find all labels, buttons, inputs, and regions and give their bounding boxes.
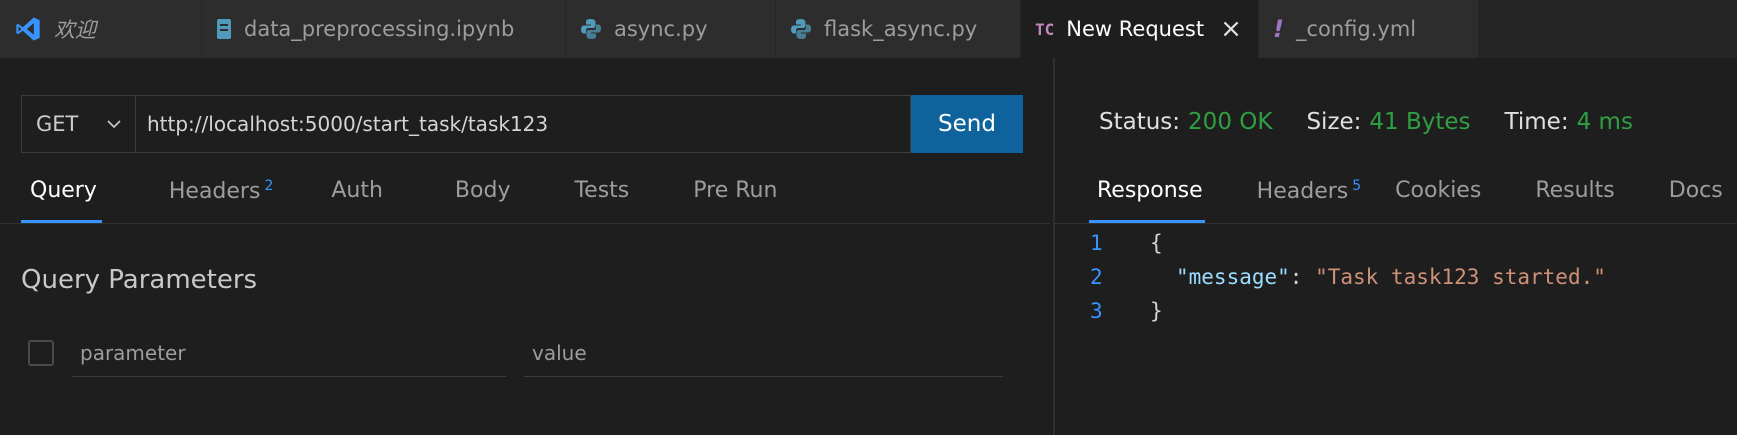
request-tabs-divider [0, 223, 1050, 224]
tab-label: Auth [331, 178, 383, 203]
vscode-logo-icon [14, 15, 42, 43]
tab-headers[interactable]: Headers 2 [160, 178, 283, 204]
tab-auth[interactable]: Auth [322, 178, 392, 204]
notebook-icon [216, 18, 232, 40]
python-icon [580, 18, 602, 40]
line-number: 2 [1090, 265, 1103, 289]
close-icon[interactable]: × [1220, 16, 1242, 42]
tab-cookies[interactable]: Cookies [1387, 178, 1489, 204]
tab-response-headers[interactable]: Headers 5 [1249, 178, 1370, 204]
tab-label: Docs [1668, 178, 1723, 203]
parameter-enable-checkbox[interactable] [28, 340, 54, 366]
tab-label: Tests [574, 178, 630, 203]
python-icon [790, 18, 812, 40]
tab-label: Cookies [1395, 178, 1482, 203]
tab-label: flask_async.py [824, 17, 978, 41]
request-tabs: Query Headers 2 Auth Body Tests Pre Run [21, 178, 840, 204]
thunder-client-icon: TC [1035, 19, 1055, 39]
line-number: 1 [1090, 231, 1103, 255]
active-tab-indicator [1089, 220, 1205, 223]
tab-label: Headers [168, 179, 261, 204]
tab-flask-async-py[interactable]: flask_async.py [776, 0, 1021, 58]
query-parameters-title: Query Parameters [21, 265, 258, 295]
tab-tests[interactable]: Tests [565, 178, 638, 204]
method-select[interactable]: GET [21, 95, 135, 153]
parameter-name-input[interactable]: parameter [72, 330, 506, 377]
tab-pre-run[interactable]: Pre Run [684, 178, 786, 204]
status-value: 200 OK [1188, 109, 1273, 135]
tab-data-preprocessing[interactable]: data_preprocessing.ipynb [202, 0, 566, 58]
json-brace: } [1150, 299, 1163, 323]
size-value: 41 Bytes [1369, 109, 1471, 135]
tab-docs[interactable]: Docs [1661, 178, 1731, 204]
parameter-value-input[interactable]: value [524, 330, 958, 377]
tab-label: _config.yml [1295, 17, 1417, 41]
tab-label: async.py [614, 17, 708, 41]
tab-label: Query [30, 178, 97, 203]
tab-response[interactable]: Response [1089, 178, 1211, 204]
tab-label: Headers [1256, 179, 1349, 204]
response-tabs: Response Headers 5 Cookies Results Docs [1089, 178, 1731, 204]
chevron-down-icon [105, 114, 123, 138]
response-tabs-divider [1055, 223, 1737, 224]
send-button[interactable]: Send [911, 95, 1023, 153]
url-input[interactable]: http://localhost:5000/start_task/task123 [135, 95, 911, 153]
tab-body[interactable]: Body [446, 178, 520, 204]
tab-query[interactable]: Query [21, 178, 106, 204]
method-value: GET [36, 112, 79, 136]
tab-label: New Request [1066, 17, 1205, 41]
time-value: 4 ms [1576, 109, 1633, 135]
field-underline [958, 376, 1003, 377]
size-info: Size: 41 Bytes [1306, 109, 1470, 135]
tab-label: Pre Run [693, 178, 778, 203]
tab-label: data_preprocessing.ipynb [244, 17, 515, 41]
time-label: Time: [1504, 109, 1569, 135]
json-colon: : [1289, 265, 1316, 289]
line-number: 3 [1090, 299, 1103, 323]
response-status-bar: Status: 200 OK Size: 41 Bytes Time: 4 ms [1099, 109, 1667, 135]
tab-label: Results [1535, 178, 1615, 203]
headers-count-badge: 2 [264, 178, 274, 194]
yaml-icon: ! [1273, 15, 1284, 43]
pane-divider[interactable] [1053, 58, 1055, 435]
size-label: Size: [1306, 109, 1362, 135]
tab-results[interactable]: Results [1527, 178, 1622, 204]
tab-welcome[interactable]: 欢迎 [0, 0, 202, 58]
json-key: "message" [1176, 265, 1290, 289]
tab-label: 欢迎 [54, 18, 96, 42]
status-info: Status: 200 OK [1099, 109, 1272, 135]
tab-config-yml[interactable]: ! _config.yml [1259, 0, 1479, 58]
json-string-value: "Task task123 started." [1315, 265, 1606, 289]
code-line: 3} [1090, 294, 1606, 328]
active-tab-indicator [21, 220, 102, 223]
headers-count-badge: 5 [1352, 178, 1362, 194]
code-line: 2 "message": "Task task123 started." [1090, 260, 1606, 294]
tab-label: Response [1097, 178, 1203, 203]
tab-async-py[interactable]: async.py [566, 0, 776, 58]
status-label: Status: [1099, 109, 1181, 135]
request-url-bar: GET http://localhost:5000/start_task/tas… [21, 95, 1023, 153]
tab-new-request[interactable]: TC New Request × [1021, 0, 1259, 58]
tab-label: Body [454, 178, 511, 203]
time-info: Time: 4 ms [1505, 109, 1633, 135]
json-brace: { [1150, 231, 1163, 255]
code-line: 1{ [1090, 226, 1606, 260]
response-body[interactable]: 1{ 2 "message": "Task task123 started." 3… [1090, 226, 1606, 328]
editor-tab-bar: 欢迎 data_preprocessing.ipynb async.py fla… [0, 0, 1737, 58]
